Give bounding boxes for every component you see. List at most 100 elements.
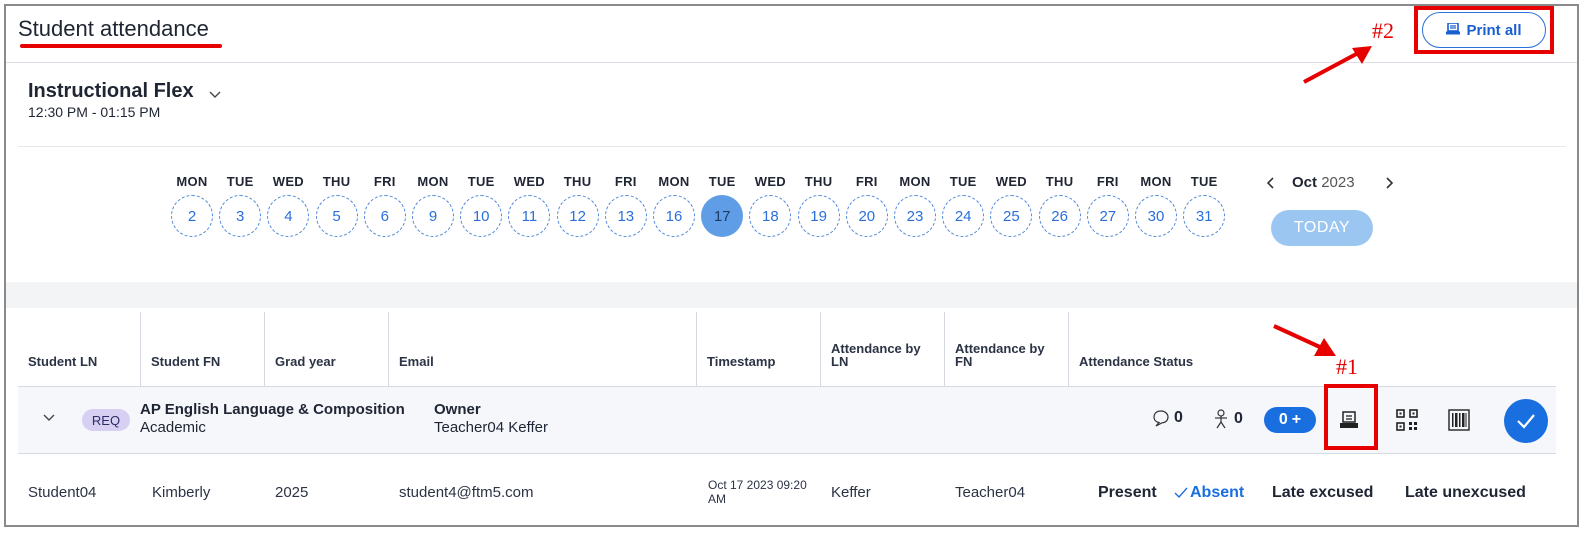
cell-grad-year: 2025 bbox=[275, 484, 309, 501]
date-button[interactable]: 5 bbox=[315, 195, 358, 237]
day-name: MON bbox=[658, 174, 690, 189]
comments-count: 0 bbox=[1174, 409, 1183, 426]
date-button[interactable]: 12 bbox=[556, 195, 599, 237]
calendar-day: THU 26 bbox=[1038, 174, 1082, 237]
date-button[interactable]: 6 bbox=[363, 195, 406, 237]
calendar-day: MON 30 bbox=[1134, 174, 1178, 237]
calendar-day: FRI 13 bbox=[604, 174, 648, 237]
date-button[interactable]: 18 bbox=[749, 195, 792, 237]
print-all-highlight-box bbox=[1414, 6, 1554, 54]
day-name: FRI bbox=[855, 174, 878, 189]
chevron-down-icon[interactable] bbox=[42, 411, 56, 425]
calendar-day: WED 11 bbox=[507, 174, 551, 237]
col-email[interactable]: Email bbox=[388, 312, 696, 388]
date-button[interactable]: 23 bbox=[894, 195, 936, 237]
date-button[interactable]: 16 bbox=[653, 195, 695, 237]
date-button[interactable]: 10 bbox=[460, 195, 503, 237]
col-timestamp[interactable]: Timestamp bbox=[696, 312, 820, 388]
people-counter[interactable]: 0 bbox=[1212, 409, 1243, 429]
date-button[interactable]: 20 bbox=[845, 195, 888, 237]
calendar-day: MON 9 bbox=[411, 174, 455, 237]
page-title: Student attendance bbox=[18, 16, 209, 41]
day-name: TUE bbox=[949, 174, 977, 189]
today-button[interactable]: TODAY bbox=[1271, 210, 1373, 246]
date-button[interactable]: 3 bbox=[219, 195, 262, 237]
date-button[interactable]: 25 bbox=[990, 195, 1033, 237]
cell-student-ln: Student04 bbox=[28, 484, 97, 501]
date-button[interactable]: 24 bbox=[942, 195, 985, 237]
col-attendance-status[interactable]: Attendance Status bbox=[1068, 312, 1268, 388]
col-grad-year[interactable]: Grad year bbox=[264, 312, 388, 388]
barcode-button[interactable] bbox=[1444, 405, 1474, 435]
add-count-button[interactable]: 0 + bbox=[1264, 407, 1316, 433]
col-student-fn[interactable]: Student FN bbox=[140, 312, 264, 388]
chevron-down-icon[interactable] bbox=[208, 88, 222, 102]
confirm-button[interactable] bbox=[1504, 399, 1548, 443]
annotation-label-1: #1 bbox=[1336, 354, 1358, 379]
checkmark-icon bbox=[1174, 487, 1188, 499]
calendar-day: WED 4 bbox=[266, 174, 310, 237]
day-name: WED bbox=[513, 174, 545, 189]
selected-date-button[interactable]: 17 bbox=[701, 195, 744, 237]
chevron-right-icon[interactable] bbox=[1382, 176, 1396, 190]
day-name: TUE bbox=[1190, 174, 1218, 189]
calendar-day: FRI 20 bbox=[845, 174, 889, 237]
calendar-day: FRI 6 bbox=[363, 174, 407, 237]
req-badge: REQ bbox=[82, 409, 130, 431]
status-present[interactable]: Present bbox=[1098, 484, 1157, 502]
day-name: WED bbox=[272, 174, 304, 189]
date-button[interactable]: 9 bbox=[412, 195, 454, 237]
status-late-excused[interactable]: Late excused bbox=[1272, 484, 1373, 502]
status-absent[interactable]: Absent bbox=[1174, 484, 1244, 502]
date-button[interactable]: 19 bbox=[797, 195, 840, 237]
cell-email: student4@ftm5.com bbox=[399, 484, 534, 501]
col-attendance-by-fn[interactable]: Attendance by FN bbox=[944, 312, 1068, 388]
annotation-arrow-2-icon bbox=[1303, 46, 1372, 84]
calendar-day: TUE 10 bbox=[459, 174, 503, 237]
calendar-day: THU 12 bbox=[556, 174, 600, 237]
calendar-day: MON 2 bbox=[170, 174, 214, 237]
day-name: TUE bbox=[708, 174, 736, 189]
table-row: Student04 Kimberly 2025 student4@ftm5.co… bbox=[18, 452, 1556, 525]
calendar-day: FRI 27 bbox=[1086, 174, 1130, 237]
calendar-day: THU 5 bbox=[315, 174, 359, 237]
annotation-arrow-1-icon bbox=[1273, 324, 1336, 356]
qr-code-icon bbox=[1396, 409, 1418, 431]
owner-name: Teacher04 Keffer bbox=[434, 419, 548, 436]
section-separator bbox=[6, 282, 1577, 308]
date-button[interactable]: 11 bbox=[508, 195, 551, 237]
day-name: MON bbox=[1140, 174, 1172, 189]
people-count: 0 bbox=[1234, 410, 1243, 427]
status-absent-label: Absent bbox=[1190, 484, 1245, 501]
annotation-label-2: #2 bbox=[1372, 18, 1394, 43]
calendar-day: TUE 17 bbox=[700, 174, 744, 237]
comment-icon bbox=[1153, 410, 1169, 427]
course-name: AP English Language & Composition bbox=[140, 401, 405, 418]
day-name: WED bbox=[995, 174, 1027, 189]
col-student-ln[interactable]: Student LN bbox=[28, 312, 148, 388]
day-name: MON bbox=[417, 174, 449, 189]
comments-counter[interactable]: 0 bbox=[1152, 409, 1183, 427]
qr-code-button[interactable] bbox=[1392, 405, 1422, 435]
date-button[interactable]: 31 bbox=[1183, 195, 1226, 237]
col-attendance-by-ln[interactable]: Attendance by LN bbox=[820, 312, 944, 388]
year-label: 2023 bbox=[1321, 174, 1355, 191]
app-frame: Student attendance Print all #2 Instruct… bbox=[4, 4, 1579, 527]
day-name: TUE bbox=[467, 174, 495, 189]
course-category: Academic bbox=[140, 419, 206, 436]
day-name: MON bbox=[176, 174, 208, 189]
date-button[interactable]: 30 bbox=[1135, 195, 1177, 237]
chevron-left-icon[interactable] bbox=[1264, 176, 1278, 190]
cell-student-fn: Kimberly bbox=[152, 484, 211, 501]
calendar-day: TUE 3 bbox=[218, 174, 262, 237]
date-button[interactable]: 4 bbox=[267, 195, 310, 237]
date-button[interactable]: 2 bbox=[171, 195, 213, 237]
month-name: Oct bbox=[1292, 174, 1318, 191]
day-name: THU bbox=[804, 174, 833, 189]
date-button[interactable]: 27 bbox=[1086, 195, 1129, 237]
cell-attendance-by-ln: Keffer bbox=[831, 484, 871, 501]
date-button[interactable]: 26 bbox=[1038, 195, 1081, 237]
date-button[interactable]: 13 bbox=[604, 195, 647, 237]
cell-attendance-by-fn: Teacher04 bbox=[955, 484, 1026, 501]
status-late-unexcused[interactable]: Late unexcused bbox=[1405, 484, 1526, 502]
